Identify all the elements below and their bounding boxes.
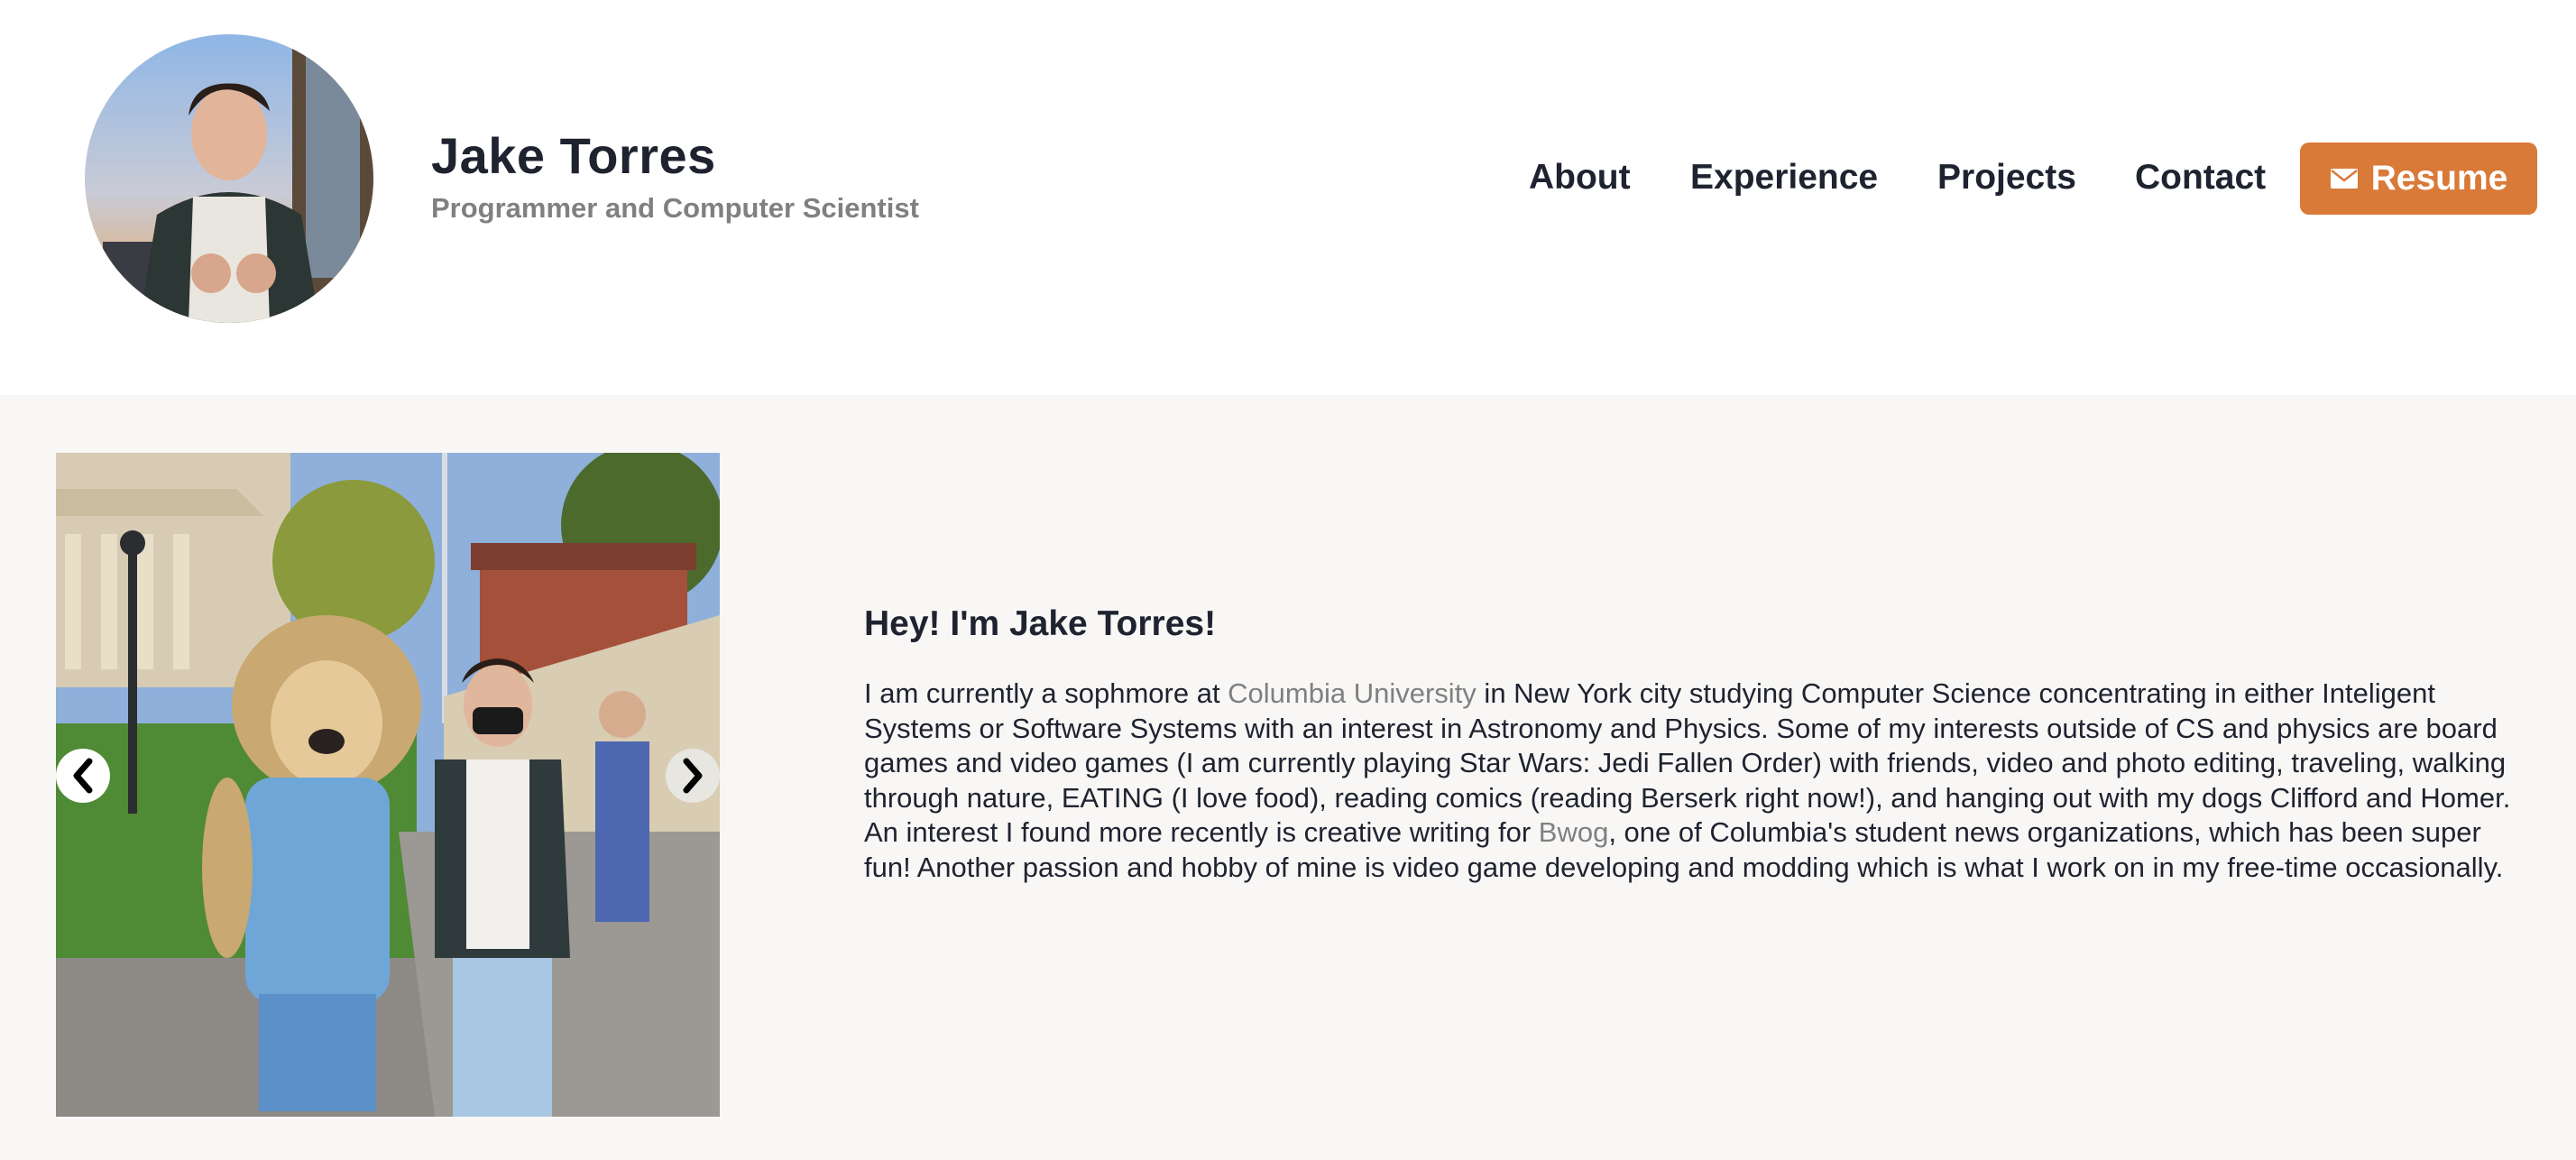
carousel-prev-button[interactable] (56, 749, 110, 803)
nav-projects-link[interactable]: Projects (1937, 158, 2076, 198)
intro-text-part: I am currently a sophmore at (864, 677, 1228, 709)
chevron-left-icon (73, 758, 93, 794)
avatar (85, 34, 373, 323)
columbia-university-link[interactable]: Columbia University (1228, 677, 1477, 709)
nav-about-link[interactable]: About (1529, 158, 1631, 198)
nav-contact-link[interactable]: Contact (2135, 158, 2266, 198)
envelope-icon (2330, 169, 2358, 189)
resume-button-label: Resume (2370, 159, 2508, 198)
carousel-photo (56, 453, 720, 1117)
carousel-next-button[interactable] (666, 749, 720, 803)
site-header: Jake Torres Programmer and Computer Scie… (0, 0, 2576, 395)
photo-carousel[interactable] (56, 453, 720, 1117)
intro-heading: Hey! I'm Jake Torres! (864, 604, 1217, 643)
intro-paragraph: I am currently a sophmore at Columbia Un… (864, 677, 2520, 885)
bwog-link[interactable]: Bwog (1539, 816, 1609, 848)
nav-experience-link[interactable]: Experience (1690, 158, 1878, 198)
site-tagline: Programmer and Computer Scientist (431, 192, 919, 224)
resume-button[interactable]: Resume (2300, 143, 2537, 215)
site-owner-name: Jake Torres (431, 127, 716, 184)
about-section: Hey! I'm Jake Torres! I am currently a s… (0, 395, 2576, 1160)
chevron-right-icon (683, 758, 703, 794)
